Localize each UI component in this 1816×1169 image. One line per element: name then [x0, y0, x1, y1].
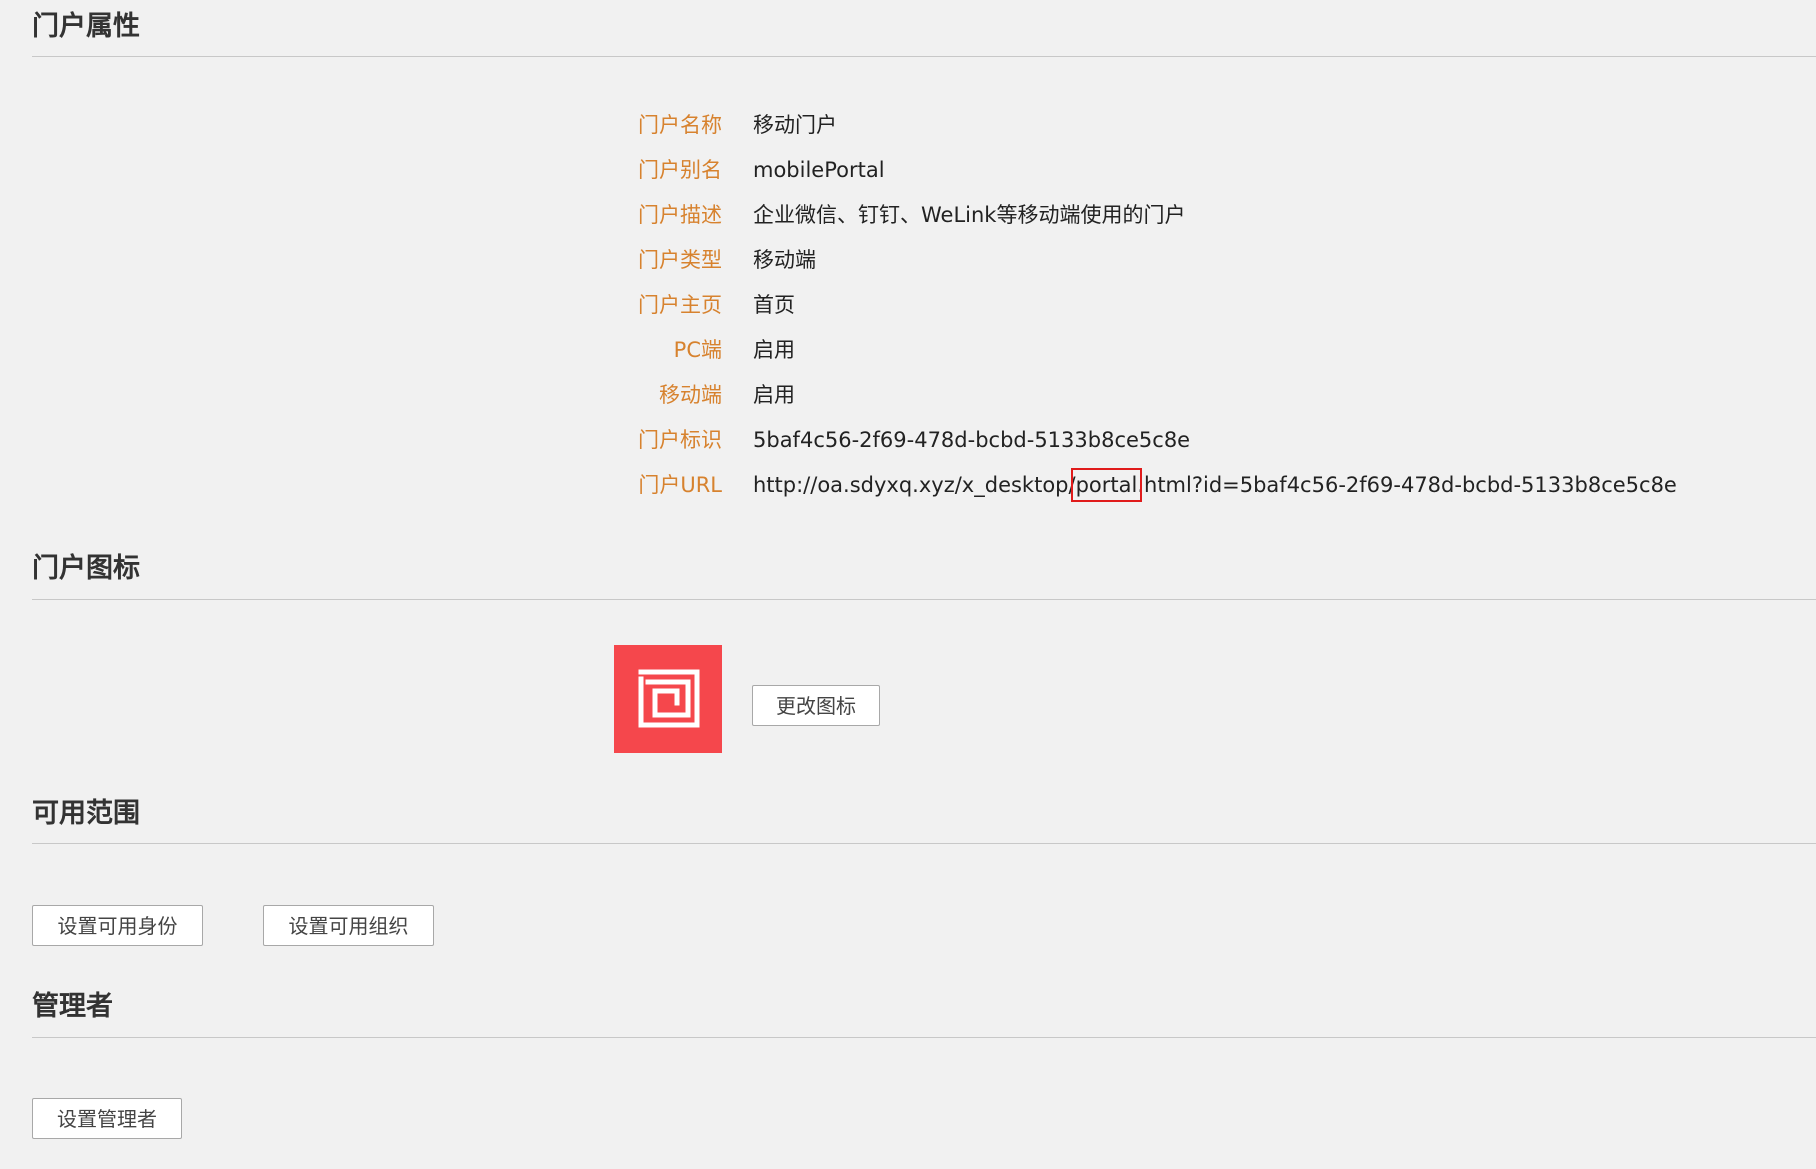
- set-admin-button[interactable]: 设置管理者: [32, 1098, 182, 1139]
- portal-url[interactable]: http://oa.sdyxq.xyz/x_desktop/portal.htm…: [753, 463, 1677, 508]
- section-divider: [32, 56, 1816, 57]
- set-available-identity-button[interactable]: 设置可用身份: [32, 905, 203, 946]
- url-highlighted-segment: portal: [1070, 468, 1143, 502]
- section-title-icon: 门户图标: [32, 553, 140, 584]
- change-icon-button[interactable]: 更改图标: [752, 685, 880, 726]
- property-value: 首页: [753, 293, 795, 317]
- section-title-admins: 管理者: [32, 991, 113, 1022]
- property-value: mobilePortal: [753, 158, 885, 182]
- section-divider: [32, 1037, 1816, 1038]
- property-label: 门户主页: [638, 293, 722, 317]
- property-value: 启用: [753, 338, 795, 362]
- section-divider: [32, 599, 1816, 600]
- property-label: 移动端: [659, 383, 722, 407]
- property-label: 门户标识: [638, 428, 722, 452]
- property-value: 移动门户: [753, 113, 837, 137]
- property-label: PC端: [673, 338, 722, 362]
- property-value: 企业微信、钉钉、WeLink等移动端使用的门户: [753, 203, 1186, 227]
- section-title-scope: 可用范围: [32, 798, 140, 829]
- property-value: 5baf4c56-2f69-478d-bcbd-5133b8ce5c8e: [753, 428, 1191, 452]
- property-label: 门户类型: [638, 248, 722, 272]
- property-label: 门户名称: [638, 113, 722, 137]
- portal-logo-icon: [614, 645, 722, 753]
- url-suffix: .html?id=5baf4c56-2f69-478d-bcbd-5133b8c…: [1137, 473, 1677, 497]
- section-title-properties: 门户属性: [32, 11, 140, 42]
- url-prefix: http://oa.sdyxq.xyz/x_desktop/: [753, 473, 1076, 497]
- property-value: 移动端: [753, 248, 816, 272]
- set-available-organization-button[interactable]: 设置可用组织: [263, 905, 434, 946]
- portal-logo-svg: [638, 669, 700, 728]
- property-label: 门户别名: [638, 158, 722, 182]
- property-label: 门户URL: [638, 473, 722, 497]
- property-label: 门户描述: [638, 203, 722, 227]
- property-value: 启用: [753, 383, 795, 407]
- section-divider: [32, 843, 1816, 844]
